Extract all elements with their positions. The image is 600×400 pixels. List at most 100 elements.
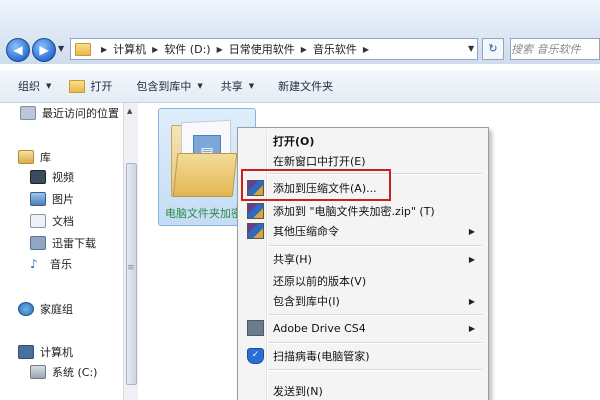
pictures-icon	[30, 192, 46, 206]
documents-icon	[30, 214, 46, 228]
organize-button[interactable]: 组织 ▼	[18, 78, 51, 94]
folder-icon	[69, 79, 86, 93]
sidebar-item-label: 计算机	[40, 346, 73, 359]
menu-item-send-to[interactable]: 发送到(N)	[241, 381, 485, 400]
chevron-right-icon[interactable]: ▶	[301, 45, 307, 54]
menu-item-restore-versions[interactable]: 还原以前的版本(V)	[241, 271, 485, 291]
menu-separator	[268, 369, 482, 371]
menu-item-label: 扫描病毒(电脑管家)	[273, 350, 370, 363]
sidebar-item-label: 库	[40, 151, 51, 164]
recent-places-icon	[20, 106, 36, 120]
menu-item-label: 发送到(N)	[273, 385, 323, 398]
chevron-right-icon[interactable]: ▶	[152, 45, 158, 54]
address-dropdown-icon[interactable]: ▼	[468, 44, 474, 53]
refresh-icon[interactable]: ↻	[482, 38, 504, 60]
menu-item-label: 还原以前的版本(V)	[273, 275, 367, 288]
menu-item-adobe-drive[interactable]: Adobe Drive CS4 ▶	[241, 318, 485, 338]
menu-separator	[268, 342, 482, 344]
sidebar-item-documents[interactable]: 文档	[30, 213, 74, 229]
chevron-down-icon: ▼	[248, 82, 255, 90]
command-toolbar: 组织 ▼ 打开 包含到库中 ▼ 共享 ▼ 新建文件夹	[0, 70, 600, 103]
adobe-drive-icon	[247, 320, 264, 336]
share-label: 共享	[220, 80, 243, 93]
sidebar-item-recent[interactable]: 最近访问的位置	[20, 105, 119, 121]
sidebar-item-label: 音乐	[50, 258, 72, 271]
sidebar-item-label: 文档	[52, 215, 74, 228]
folder-icon: ▤	[171, 119, 241, 197]
search-placeholder: 搜索 音乐软件	[511, 43, 581, 56]
menu-item-share[interactable]: 共享(H) ▶	[241, 249, 485, 269]
organize-label: 组织	[18, 80, 40, 93]
chevron-down-icon: ▼	[197, 82, 203, 90]
submenu-arrow-icon: ▶	[468, 226, 475, 236]
download-folder-icon	[30, 236, 46, 250]
chevron-down-icon: ▼	[46, 82, 52, 90]
breadcrumb-music-software[interactable]: 音乐软件	[313, 41, 357, 57]
menu-item-label: 添加到 "电脑文件夹加密.zip" (T)	[273, 205, 435, 218]
submenu-arrow-icon: ▶	[468, 296, 475, 306]
sidebar-item-label: 系统 (C:)	[52, 366, 98, 379]
sidebar-item-label: 迅雷下载	[52, 237, 96, 250]
menu-item-label: 在新窗口中打开(E)	[273, 155, 366, 168]
share-button[interactable]: 共享 ▼	[221, 78, 254, 94]
back-arrow-icon[interactable]: ◀	[6, 38, 30, 62]
computer-icon	[18, 345, 34, 359]
address-bar-region: ◀ ▶ ▼ ▶ 计算机 ▶ 软件 (D:) ▶ 日常使用软件 ▶ 音乐软件 ▶ …	[0, 0, 600, 64]
chevron-right-icon[interactable]: ▶	[363, 45, 369, 54]
sidebar-item-label: 图片	[52, 193, 74, 206]
breadcrumb-computer[interactable]: 计算机	[113, 41, 146, 57]
address-box[interactable]: ▶ 计算机 ▶ 软件 (D:) ▶ 日常使用软件 ▶ 音乐软件 ▶	[70, 38, 478, 60]
scrollbar-thumb[interactable]	[126, 163, 137, 385]
breadcrumb-drive-d[interactable]: 软件 (D:)	[164, 41, 210, 57]
folder-icon	[75, 42, 91, 56]
menu-item-label: 包含到库中(I)	[273, 295, 340, 308]
chevron-right-icon[interactable]: ▶	[217, 45, 223, 54]
forward-arrow-icon[interactable]: ▶	[32, 38, 56, 62]
chevron-right-icon[interactable]: ▶	[101, 45, 107, 54]
menu-item-label: 共享(H)	[273, 253, 312, 266]
highlight-box	[241, 169, 391, 201]
homegroup-icon	[18, 302, 34, 316]
menu-item-label: 其他压缩命令	[273, 225, 339, 238]
new-folder-label: 新建文件夹	[278, 80, 334, 93]
sidebar-item-music[interactable]: ♪ 音乐	[30, 256, 72, 272]
include-in-library-button[interactable]: 包含到库中 ▼	[136, 78, 202, 94]
sidebar-item-homegroup[interactable]: 家庭组	[18, 301, 73, 317]
menu-item-open-new-window[interactable]: 在新窗口中打开(E)	[241, 151, 485, 171]
sidebar-item-system-c[interactable]: 系统 (C:)	[30, 364, 97, 380]
sidebar-scrollbar[interactable]: ▲ ≡	[123, 103, 138, 400]
sidebar-item-label: 视频	[52, 171, 74, 184]
menu-separator	[268, 245, 482, 247]
menu-item-scan-virus[interactable]: ✓ 扫描病毒(电脑管家)	[241, 346, 485, 366]
menu-item-include-library[interactable]: 包含到库中(I) ▶	[241, 291, 485, 311]
music-note-icon: ♪	[30, 257, 38, 271]
sidebar-item-pictures[interactable]: 图片	[30, 191, 74, 207]
menu-item-add-to-zip[interactable]: 添加到 "电脑文件夹加密.zip" (T)	[241, 201, 485, 221]
sidebar-item-xunlei[interactable]: 迅雷下载	[30, 235, 96, 251]
history-dropdown-icon[interactable]: ▼	[58, 44, 68, 54]
archive-icon	[247, 203, 264, 219]
grip-icon: ≡	[127, 263, 135, 273]
context-menu: 打开(O) 在新窗口中打开(E) 添加到压缩文件(A)... 添加到 "电脑文件…	[237, 127, 489, 400]
menu-item-label: Adobe Drive CS4	[273, 321, 366, 335]
menu-item-open[interactable]: 打开(O)	[241, 131, 485, 151]
menu-item-label: 打开(O)	[273, 135, 315, 148]
library-icon	[18, 150, 34, 164]
search-input[interactable]: 搜索 音乐软件	[510, 38, 600, 60]
scroll-up-icon[interactable]: ▲	[127, 107, 132, 115]
open-button[interactable]: 打开	[69, 78, 112, 94]
submenu-arrow-icon: ▶	[468, 323, 475, 333]
navigation-pane: 最近访问的位置 库 视频 图片 文档 迅雷下载 ♪ 音乐 家庭组 计算机 系统 …	[0, 103, 123, 400]
new-folder-button[interactable]: 新建文件夹	[278, 78, 333, 94]
breadcrumb-daily-software[interactable]: 日常使用软件	[229, 41, 295, 57]
shield-icon: ✓	[247, 348, 264, 364]
sidebar-item-videos[interactable]: 视频	[30, 169, 74, 185]
sidebar-item-label: 最近访问的位置	[42, 107, 119, 120]
video-icon	[30, 170, 46, 184]
sidebar-item-label: 家庭组	[40, 303, 73, 316]
sidebar-item-computer[interactable]: 计算机	[18, 344, 73, 360]
menu-item-other-compress[interactable]: 其他压缩命令 ▶	[241, 221, 485, 241]
sidebar-item-library[interactable]: 库	[18, 149, 51, 165]
explorer-window: ◀ ▶ ▼ ▶ 计算机 ▶ 软件 (D:) ▶ 日常使用软件 ▶ 音乐软件 ▶ …	[0, 0, 600, 400]
include-in-library-label: 包含到库中	[136, 80, 192, 93]
